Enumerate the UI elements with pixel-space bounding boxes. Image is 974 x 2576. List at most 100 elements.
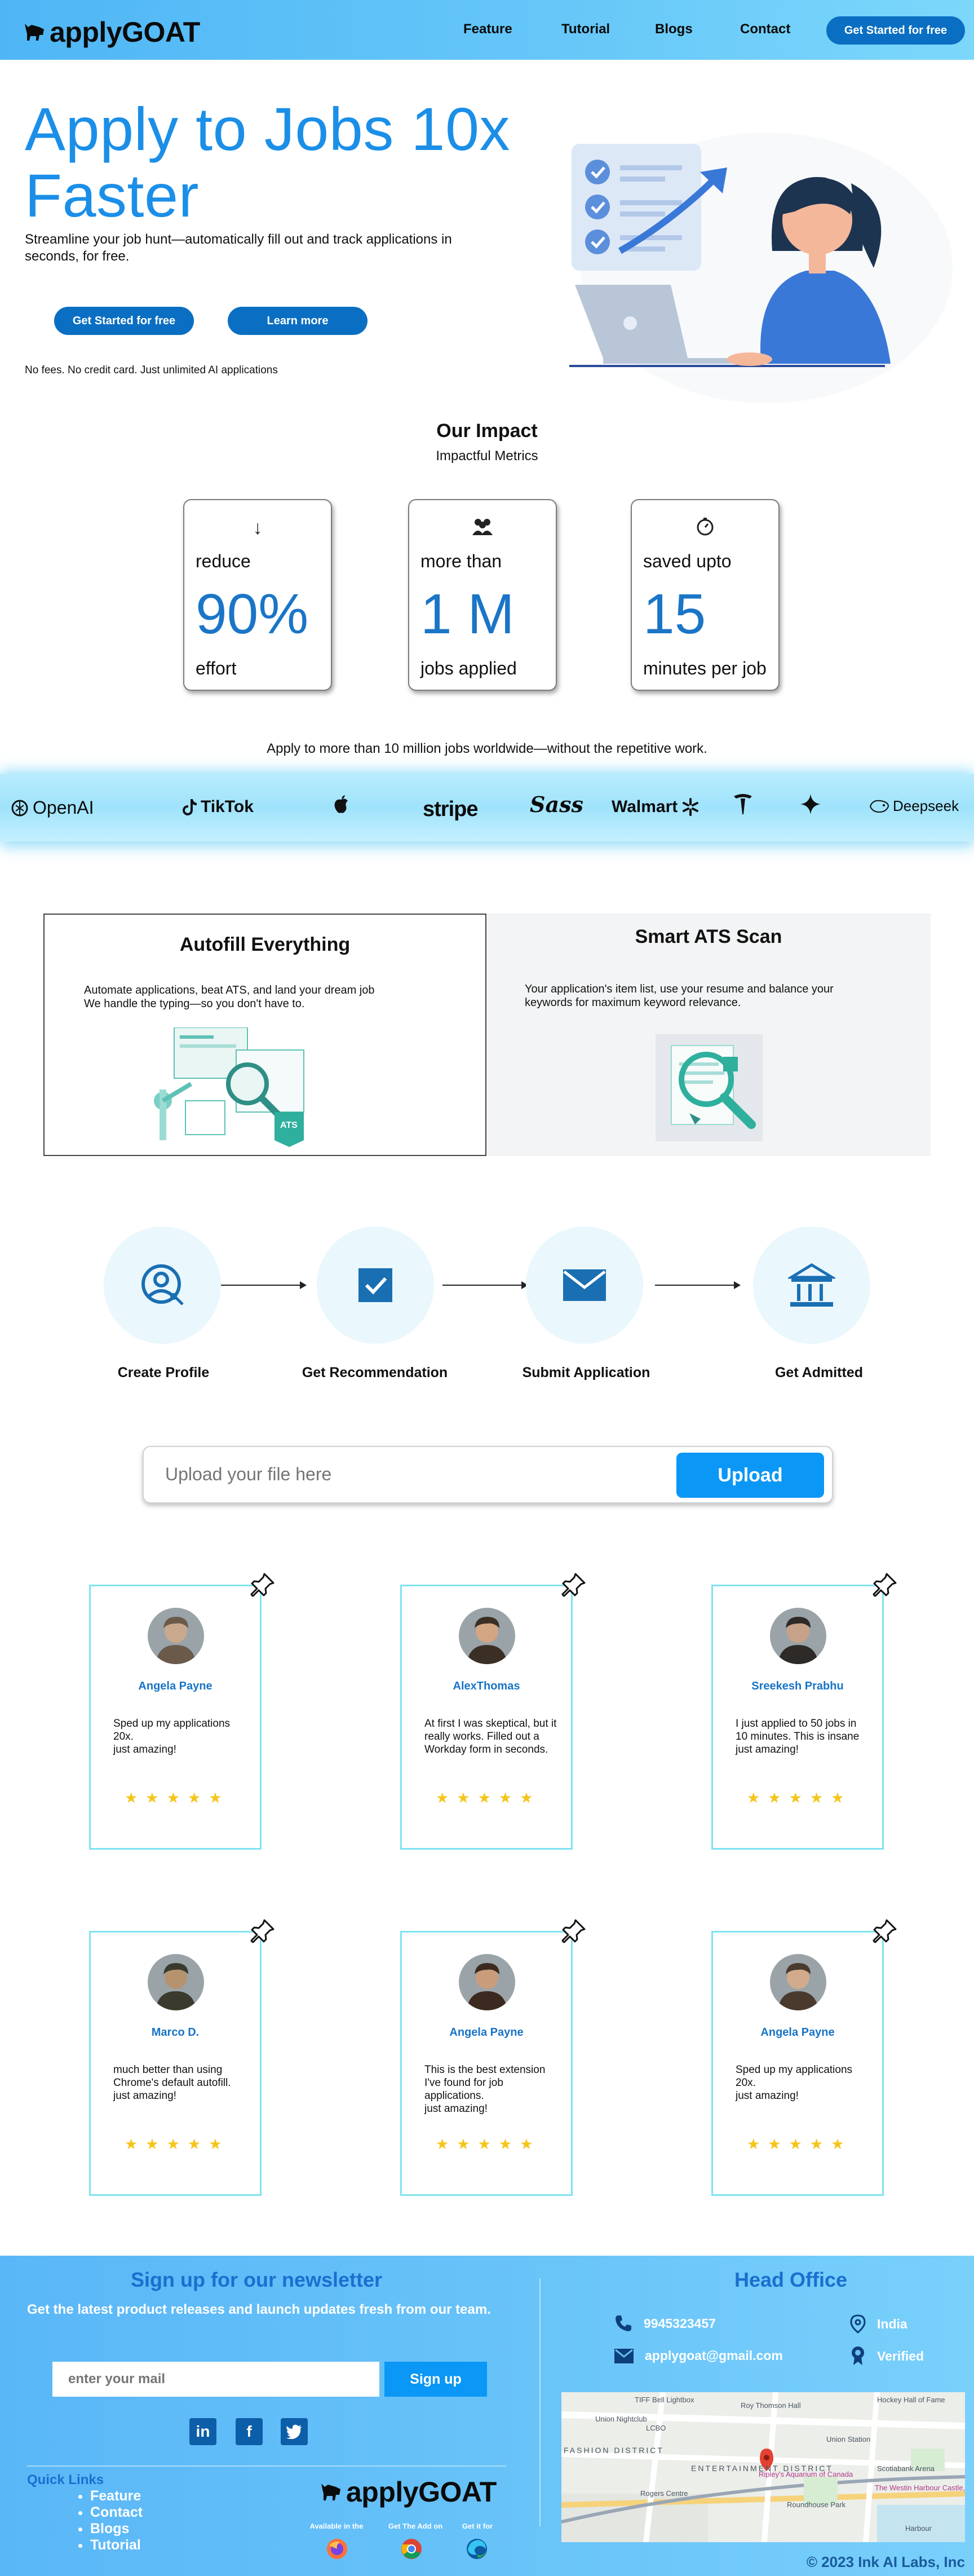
feature-card-autofill: Autofill Everything Automate application… xyxy=(43,914,486,1156)
pushpin-icon[interactable] xyxy=(560,1918,587,1945)
contact-verified: Verified xyxy=(850,2346,924,2366)
linkedin-icon[interactable]: in xyxy=(189,2418,216,2445)
pushpin-icon[interactable] xyxy=(249,1572,276,1599)
deepseek-logo: Deepseek xyxy=(869,797,959,815)
testimonial-card: Marco D. much better than using Chrome's … xyxy=(89,1919,275,2196)
phone-icon xyxy=(616,2315,631,2331)
hero-get-started-button[interactable]: Get Started for free xyxy=(54,307,194,335)
avatar xyxy=(770,1954,826,2010)
step-arrow xyxy=(221,1281,307,1289)
impact-title: Our Impact xyxy=(436,420,538,442)
brand-name: applyGOAT xyxy=(50,16,200,48)
newsletter-subtitle: Get the latest product releases and laun… xyxy=(27,2302,491,2317)
quick-link-blogs[interactable]: Blogs xyxy=(90,2521,143,2537)
nav-feature[interactable]: Feature xyxy=(463,21,512,37)
reviewer-name: Angela Payne xyxy=(760,2026,835,2039)
envelope-icon xyxy=(563,1269,606,1301)
footer: Sign up for our newsletter Get the lates… xyxy=(0,2256,974,2576)
step-admitted-circle xyxy=(753,1227,870,1344)
facebook-icon[interactable]: f xyxy=(236,2418,263,2445)
sass-logo: Sass xyxy=(530,792,583,817)
reviewer-name: Angela Payne xyxy=(449,2026,524,2039)
pushpin-icon[interactable] xyxy=(871,1572,898,1599)
feature-description: Automate applications, beat ATS, and lan… xyxy=(84,984,375,1010)
review-text: Sped up my applications 20x. just amazin… xyxy=(113,1718,231,1755)
feature-description: Your application's item list, use your r… xyxy=(525,983,834,1009)
metric-card-time: saved upto 15 minutes per job xyxy=(631,499,780,691)
avatar xyxy=(148,1954,204,2010)
mail-icon xyxy=(614,2348,634,2363)
svg-text:Ripley's Aquarium of Canada: Ripley's Aquarium of Canada xyxy=(759,2470,853,2478)
brand-name: applyGOAT xyxy=(346,2476,497,2508)
star-rating: ★★★★★ xyxy=(125,1789,230,1806)
metric-top-label: saved upto xyxy=(643,551,732,571)
people-icon xyxy=(409,517,556,541)
testimonial-card: Sreekesh Prabhu I just applied to 50 jobs… xyxy=(711,1573,897,1850)
reviewer-name: AlexThomas xyxy=(453,1680,520,1692)
quick-link-contact[interactable]: Contact xyxy=(90,2504,143,2521)
learn-more-button[interactable]: Learn more xyxy=(228,307,368,335)
copyright-text: © 2023 Ink AI Labs, Inc xyxy=(806,2553,965,2570)
quick-link-tutorial[interactable]: Tutorial xyxy=(90,2537,143,2553)
walmart-logo: Walmart xyxy=(612,797,700,817)
avatar xyxy=(459,1608,515,1664)
openai-icon xyxy=(11,800,28,816)
brand-logo[interactable]: applyGOAT xyxy=(23,16,200,48)
pushpin-icon[interactable] xyxy=(560,1572,587,1599)
svg-text:Hockey Hall of Fame: Hockey Hall of Fame xyxy=(877,2396,945,2404)
hero-title: Apply to Jobs 10x Faster xyxy=(25,95,511,230)
metric-bottom-label: effort xyxy=(196,658,237,678)
newsletter-title: Sign up for our newsletter xyxy=(131,2268,383,2291)
feature-title: Autofill Everything xyxy=(179,934,351,955)
goat-logo-icon xyxy=(321,2484,340,2500)
contact-email[interactable]: applygoat@gmail.com xyxy=(614,2348,783,2363)
avatar xyxy=(148,1608,204,1664)
gemini-sparkle-icon xyxy=(800,794,821,814)
nav-blogs[interactable]: Blogs xyxy=(655,21,693,37)
chrome-icon[interactable] xyxy=(400,2538,423,2560)
firefox-icon[interactable] xyxy=(326,2538,348,2560)
tesla-icon xyxy=(734,794,752,814)
nav-contact[interactable]: Contact xyxy=(740,21,790,37)
footer-brand-logo[interactable]: applyGOAT xyxy=(319,2476,497,2508)
star-rating: ★★★★★ xyxy=(747,1789,852,1806)
quick-link-feature[interactable]: Feature xyxy=(90,2488,143,2504)
gemini-logo xyxy=(800,794,821,814)
testimonial-card: Angela Payne Sped up my applications 20x.… xyxy=(89,1573,275,1850)
office-map[interactable]: TIFF Bell Lightbox Roy Thomson Hall Hock… xyxy=(561,2392,965,2542)
svg-text:The Westin Harbour Castle, Tor: The Westin Harbour Castle, Toronto xyxy=(875,2484,965,2492)
edge-icon[interactable] xyxy=(466,2538,488,2560)
university-icon xyxy=(788,1263,835,1307)
metric-card-effort: ↓ reduce 90% effort xyxy=(183,499,332,691)
upload-button[interactable]: Upload xyxy=(676,1453,824,1498)
tesla-logo xyxy=(733,793,753,815)
signup-button[interactable]: Sign up xyxy=(384,2362,487,2397)
quick-links-list: Feature Contact Blogs Tutorial xyxy=(90,2488,143,2553)
twitter-icon[interactable] xyxy=(281,2418,308,2445)
step-label: Create Profile xyxy=(117,1365,210,1380)
location-pin-icon xyxy=(850,2314,866,2334)
svg-text:FASHION DISTRICT: FASHION DISTRICT xyxy=(564,2446,664,2455)
top-nav-bar: applyGOAT Feature Tutorial Blogs Contact… xyxy=(0,0,974,60)
header-get-started-button[interactable]: Get Started for free xyxy=(826,16,965,45)
review-text: much better than using Chrome's default … xyxy=(113,2064,231,2102)
upload-file-input[interactable] xyxy=(165,1464,616,1485)
star-rating: ★★★★★ xyxy=(747,2136,852,2152)
contact-phone: 9945323457 xyxy=(614,2314,716,2332)
step-create-profile-circle xyxy=(104,1227,221,1344)
upload-panel: Upload xyxy=(143,1446,833,1503)
stripe-logo: stripe xyxy=(423,797,478,821)
star-rating: ★★★★★ xyxy=(436,1789,541,1806)
nav-tutorial[interactable]: Tutorial xyxy=(561,21,610,37)
step-arrow xyxy=(655,1281,741,1289)
quick-links-title: Quick Links xyxy=(27,2472,104,2487)
pushpin-icon[interactable] xyxy=(249,1918,276,1945)
apple-logo xyxy=(333,794,349,814)
tiktok-icon xyxy=(183,799,197,815)
pushpin-icon[interactable] xyxy=(871,1918,898,1945)
autofill-illustration: ATS xyxy=(154,1027,304,1147)
star-rating: ★★★★★ xyxy=(436,2136,541,2152)
contact-country: India xyxy=(850,2314,907,2334)
newsletter-email-input[interactable] xyxy=(52,2362,379,2397)
footer-divider xyxy=(27,2465,506,2467)
